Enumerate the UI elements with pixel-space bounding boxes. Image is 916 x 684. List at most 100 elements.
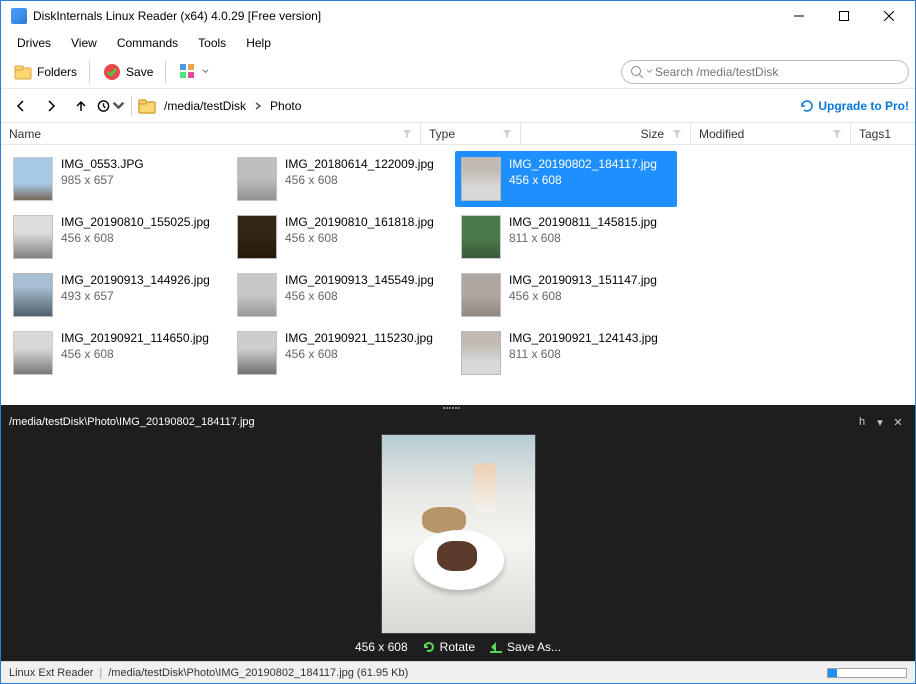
preview-h-button[interactable]: h [853, 413, 871, 431]
folders-icon [13, 62, 33, 82]
chevron-right-icon [254, 102, 262, 110]
column-tags[interactable]: Tags1 [851, 123, 915, 144]
toolbar: Folders Save [1, 55, 915, 89]
preview-dim: 456 x 608 [355, 640, 408, 654]
close-button[interactable] [866, 1, 911, 31]
file-thumbnail [237, 215, 277, 259]
history-button[interactable] [97, 92, 125, 120]
file-item[interactable]: IMG_20190802_184117.jpg456 x 608 [455, 151, 677, 207]
file-thumbnail [13, 215, 53, 259]
column-name[interactable]: Name [1, 123, 421, 144]
nav-divider [131, 96, 132, 116]
breadcrumb-root[interactable]: /media/testDisk [158, 95, 252, 117]
file-thumbnail [461, 331, 501, 375]
file-area[interactable]: IMG_0553.JPG985 x 657IMG_20180614_122009… [1, 145, 915, 405]
toolbar-divider [165, 61, 166, 83]
file-item[interactable]: IMG_20190810_161818.jpg456 x 608 [231, 209, 453, 265]
save-icon [102, 62, 122, 82]
preview-pane: /media/testDisk\Photo\IMG_20190802_18411… [1, 411, 915, 661]
file-item[interactable]: IMG_0553.JPG985 x 657 [7, 151, 229, 207]
file-name: IMG_20190913_144926.jpg [61, 273, 210, 289]
file-item[interactable]: IMG_20190913_145549.jpg456 x 608 [231, 267, 453, 323]
chevron-down-icon [112, 99, 125, 113]
minimize-button[interactable] [776, 1, 821, 31]
file-name: IMG_20190913_145549.jpg [285, 273, 434, 289]
preview-header: /media/testDisk\Photo\IMG_20190802_18411… [1, 411, 915, 433]
refresh-icon [800, 99, 814, 113]
file-name: IMG_20180614_122009.jpg [285, 157, 434, 173]
breadcrumb-leaf[interactable]: Photo [264, 95, 307, 117]
filter-icon[interactable] [672, 129, 682, 139]
file-dimensions: 456 x 608 [61, 231, 210, 247]
file-item[interactable]: IMG_20190811_145815.jpg811 x 608 [455, 209, 677, 265]
file-dimensions: 456 x 608 [285, 347, 433, 363]
column-type[interactable]: Type [421, 123, 521, 144]
upgrade-link[interactable]: Upgrade to Pro! [800, 99, 909, 113]
up-button[interactable] [67, 92, 95, 120]
menu-drives[interactable]: Drives [7, 33, 61, 53]
status-path: /media/testDisk\Photo\IMG_20190802_18411… [108, 667, 408, 679]
file-dimensions: 811 x 608 [509, 347, 658, 363]
menu-commands[interactable]: Commands [107, 33, 188, 53]
preview-toolbar: 456 x 608 Rotate Save As... [1, 635, 915, 661]
file-dimensions: 456 x 608 [285, 231, 434, 247]
file-name: IMG_20190810_161818.jpg [285, 215, 434, 231]
save-as-icon [489, 640, 503, 654]
file-item[interactable]: IMG_20190913_151147.jpg456 x 608 [455, 267, 677, 323]
menu-bar: Drives View Commands Tools Help [1, 31, 915, 55]
preview-path: /media/testDisk\Photo\IMG_20190802_18411… [9, 416, 853, 428]
filter-icon[interactable] [832, 129, 842, 139]
file-dimensions: 456 x 608 [61, 347, 209, 363]
search-box[interactable] [621, 60, 909, 84]
search-input[interactable] [655, 65, 900, 79]
file-item[interactable]: IMG_20190913_144926.jpg493 x 657 [7, 267, 229, 323]
status-sep: | [99, 667, 102, 679]
search-icon [630, 65, 644, 79]
file-name: IMG_20190921_114650.jpg [61, 331, 209, 347]
column-size[interactable]: Size [521, 123, 691, 144]
preview-image [381, 434, 536, 634]
file-thumbnail [237, 273, 277, 317]
menu-tools[interactable]: Tools [188, 33, 236, 53]
rotate-icon [422, 640, 436, 654]
file-name: IMG_0553.JPG [61, 157, 144, 173]
file-item[interactable]: IMG_20190810_155025.jpg456 x 608 [7, 209, 229, 265]
file-item[interactable]: IMG_20190921_114650.jpg456 x 608 [7, 325, 229, 381]
file-thumbnail [237, 157, 277, 201]
column-modified[interactable]: Modified [691, 123, 851, 144]
toolbar-divider [89, 61, 90, 83]
folders-button[interactable]: Folders [7, 58, 83, 86]
back-button[interactable] [7, 92, 35, 120]
file-dimensions: 985 x 657 [61, 173, 144, 189]
nav-bar: /media/testDisk Photo Upgrade to Pro! [1, 89, 915, 123]
file-thumbnail [13, 331, 53, 375]
file-item[interactable]: IMG_20180614_122009.jpg456 x 608 [231, 151, 453, 207]
menu-help[interactable]: Help [236, 33, 281, 53]
status-bar: Linux Ext Reader | /media/testDisk\Photo… [1, 661, 915, 683]
rotate-button[interactable]: Rotate [422, 640, 475, 654]
upgrade-label: Upgrade to Pro! [818, 99, 909, 113]
status-reader: Linux Ext Reader [9, 667, 93, 679]
forward-button[interactable] [37, 92, 65, 120]
maximize-button[interactable] [821, 1, 866, 31]
file-item[interactable]: IMG_20190921_115230.jpg456 x 608 [231, 325, 453, 381]
file-name: IMG_20190913_151147.jpg [509, 273, 657, 289]
folders-label: Folders [37, 65, 77, 79]
chevron-down-icon [202, 68, 209, 75]
view-mode-button[interactable] [172, 58, 215, 86]
chevron-down-icon [646, 68, 653, 75]
preview-dropdown-button[interactable]: ▾ [871, 413, 889, 431]
save-as-button[interactable]: Save As... [489, 640, 561, 654]
file-name: IMG_20190802_184117.jpg [509, 157, 657, 173]
filter-icon[interactable] [402, 129, 412, 139]
title-bar: DiskInternals Linux Reader (x64) 4.0.29 … [1, 1, 915, 31]
filter-icon[interactable] [502, 129, 512, 139]
file-thumbnail [461, 273, 501, 317]
menu-view[interactable]: View [61, 33, 107, 53]
file-dimensions: 456 x 608 [285, 289, 434, 305]
grid-icon [178, 62, 198, 82]
save-button[interactable]: Save [96, 58, 159, 86]
preview-close-button[interactable]: ✕ [889, 413, 907, 431]
file-item[interactable]: IMG_20190921_124143.jpg811 x 608 [455, 325, 677, 381]
file-thumbnail [461, 157, 501, 201]
